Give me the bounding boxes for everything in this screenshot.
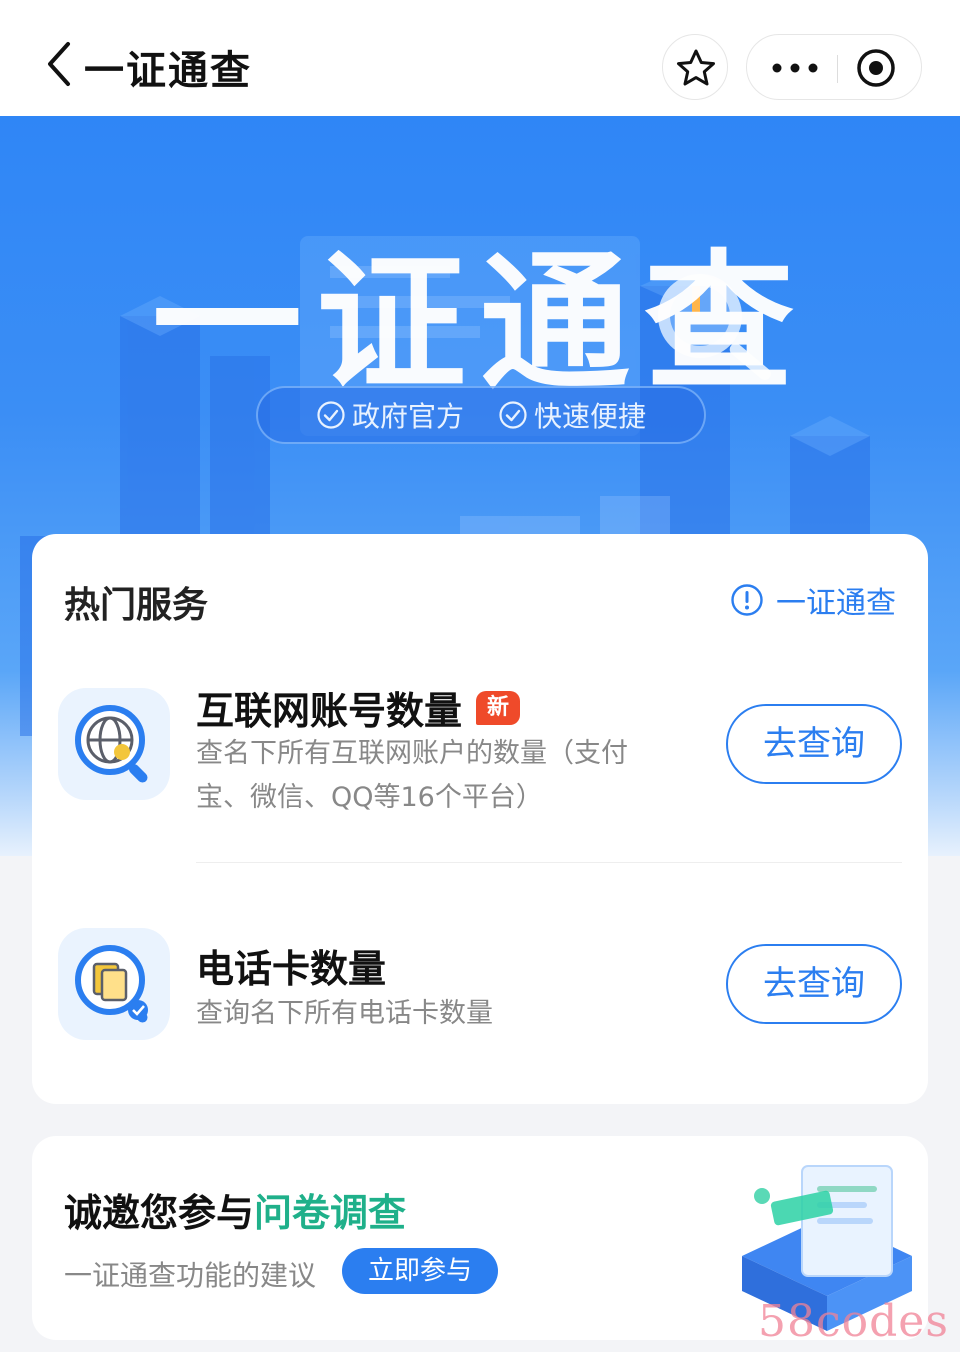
more-dots-icon: [772, 63, 818, 73]
check-circle-icon: [499, 401, 527, 429]
globe-search-icon: [58, 688, 170, 800]
close-mini-program-button[interactable]: [838, 35, 923, 101]
divider: [196, 862, 902, 863]
info-circle-icon: [731, 584, 763, 616]
check-circle-icon: [317, 401, 345, 429]
target-circle-icon: [857, 49, 895, 87]
service-name: 互联网账号数量 新: [196, 680, 521, 735]
service-name-text: 电话卡数量: [196, 947, 387, 991]
help-link[interactable]: 一证通查: [730, 578, 896, 622]
banner-tag-official: 政府官方: [316, 395, 464, 435]
join-survey-button[interactable]: 立即参与: [342, 1248, 498, 1294]
service-name: 电话卡数量: [196, 938, 386, 993]
star-icon: [677, 49, 715, 86]
service-name-text: 互联网账号数量: [196, 689, 463, 733]
hot-services-card: 热门服务 一证通查 互联网账号数量 新 查名下所有互联网账户的数量（支付宝、微信…: [32, 534, 928, 1104]
banner-tag-fast: 快速便捷: [498, 395, 646, 435]
page-title: 一证通查: [84, 48, 252, 94]
help-link-label: 一证通查: [776, 586, 896, 621]
survey-title-highlight: 问卷调查: [254, 1191, 407, 1235]
query-button[interactable]: 去查询: [726, 704, 902, 784]
service-description: 查询名下所有电话卡数量: [196, 998, 493, 1029]
query-button[interactable]: 去查询: [726, 944, 902, 1024]
banner-tag-label: 政府官方: [351, 400, 464, 433]
survey-title-prefix: 诚邀您参与: [64, 1191, 255, 1235]
section-title: 热门服务: [64, 585, 209, 626]
back-icon[interactable]: [40, 36, 80, 92]
banner-tag-label: 快速便捷: [534, 400, 647, 433]
top-nav-bar: 一证通查: [0, 0, 960, 116]
new-badge: 新: [476, 690, 521, 725]
service-description: 查名下所有互联网账户的数量（支付宝、微信、QQ等16个平台）: [196, 738, 628, 813]
mini-program-capsule: [746, 34, 922, 100]
sim-card-search-icon: [58, 928, 170, 1040]
favorite-button[interactable]: [662, 34, 728, 100]
watermark: 58codes: [758, 1296, 949, 1347]
survey-subtitle: 一证通查功能的建议: [64, 1259, 317, 1292]
survey-title: 诚邀您参与问卷调查: [64, 1182, 406, 1237]
more-button[interactable]: [747, 35, 837, 101]
banner-tags: 政府官方 快速便捷: [256, 386, 706, 444]
